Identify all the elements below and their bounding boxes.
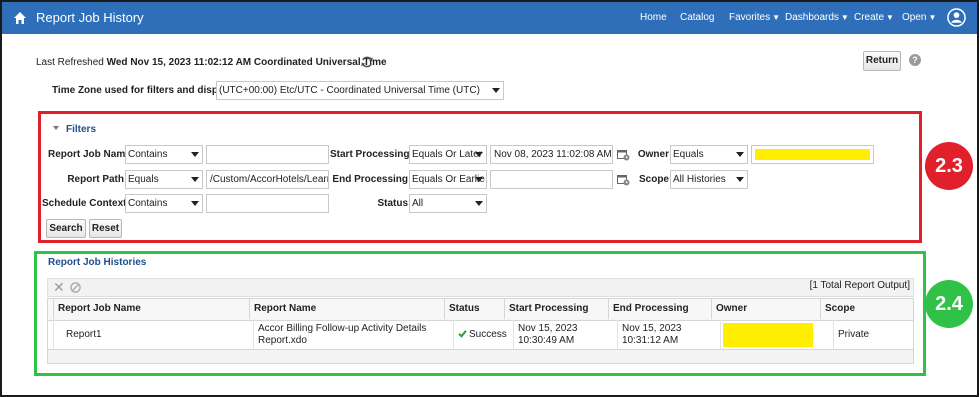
chevron-down-icon: ▼ bbox=[840, 13, 849, 22]
status-select[interactable]: All bbox=[409, 194, 487, 213]
delete-icon[interactable]: ✕ bbox=[53, 280, 65, 294]
top-bar: Report Job History Home Catalog Favorite… bbox=[2, 2, 977, 34]
schedule-context-input[interactable] bbox=[206, 194, 329, 213]
dropdown-arrow-icon bbox=[736, 177, 744, 182]
nav-favorites[interactable]: Favorites ▼ bbox=[729, 12, 780, 23]
help-icon[interactable]: ? bbox=[909, 54, 921, 66]
timezone-label: Time Zone used for filters and display bbox=[52, 85, 232, 96]
column-header-end-processing[interactable]: End Processing bbox=[609, 299, 712, 319]
column-header-report-name[interactable]: Report Name bbox=[250, 299, 445, 319]
last-refreshed-timestamp: Wed Nov 15, 2023 11:02:12 AM Coordinated… bbox=[106, 57, 387, 68]
cell-report-job-name[interactable]: Report1 bbox=[54, 320, 254, 350]
return-button[interactable]: Return bbox=[863, 51, 901, 71]
search-button[interactable]: Search bbox=[46, 219, 86, 238]
chevron-down-icon: ▼ bbox=[772, 13, 781, 22]
scope-label: Scope bbox=[638, 174, 669, 185]
start-processing-operator[interactable]: Equals Or Later bbox=[409, 145, 487, 164]
column-header-owner[interactable]: Owner bbox=[712, 299, 821, 319]
end-processing-operator[interactable]: Equals Or Earlie bbox=[409, 170, 487, 189]
schedule-context-operator[interactable]: Contains bbox=[125, 194, 203, 213]
last-refreshed: Last Refreshed Wed Nov 15, 2023 11:02:12… bbox=[36, 57, 387, 68]
timezone-value: (UTC+00:00) Etc/UTC - Coordinated Univer… bbox=[219, 85, 480, 96]
report-job-name-operator[interactable]: Contains bbox=[125, 145, 203, 164]
nav-favorites-label: Favorites bbox=[729, 12, 771, 23]
cell-start-processing: Nov 15, 2023 10:30:49 AM bbox=[514, 320, 618, 350]
start-processing-operator-value: Equals Or Later bbox=[412, 149, 483, 160]
cancel-icon[interactable] bbox=[70, 282, 81, 293]
report-path-operator-value: Equals bbox=[128, 174, 159, 185]
nav-create[interactable]: Create ▼ bbox=[854, 12, 894, 23]
dropdown-arrow-icon bbox=[475, 177, 483, 182]
owner-operator[interactable]: Equals bbox=[670, 145, 748, 164]
chevron-down-icon: ▼ bbox=[928, 13, 937, 22]
reset-button[interactable]: Reset bbox=[89, 219, 122, 238]
dropdown-arrow-icon bbox=[736, 152, 744, 157]
cell-status-text: Success bbox=[469, 329, 507, 340]
owner-label: Owner bbox=[637, 149, 669, 160]
end-processing-operator-value: Equals Or Earlie bbox=[412, 174, 485, 185]
timezone-select[interactable]: (UTC+00:00) Etc/UTC - Coordinated Univer… bbox=[216, 81, 504, 100]
last-refreshed-label: Last Refreshed bbox=[36, 57, 104, 68]
dropdown-arrow-icon bbox=[492, 88, 500, 93]
start-processing-label: Start Processing bbox=[330, 149, 410, 160]
collapse-triangle-icon[interactable] bbox=[53, 126, 59, 130]
dropdown-arrow-icon bbox=[191, 177, 199, 182]
cell-status: Success bbox=[454, 320, 514, 350]
redaction-highlight bbox=[755, 149, 870, 160]
user-avatar-icon[interactable] bbox=[947, 8, 966, 27]
step-badge-filters: 2.3 bbox=[925, 142, 973, 190]
cell-scope: Private bbox=[838, 329, 870, 340]
page-title: Report Job History bbox=[36, 10, 144, 25]
refresh-icon[interactable] bbox=[360, 55, 374, 69]
end-processing-label: End Processing bbox=[332, 174, 408, 185]
status-select-value: All bbox=[412, 198, 424, 209]
column-header-status[interactable]: Status bbox=[445, 299, 505, 319]
check-icon bbox=[458, 330, 467, 338]
start-processing-input[interactable]: Nov 08, 2023 11:02:08 AM bbox=[490, 145, 613, 164]
dropdown-arrow-icon bbox=[475, 152, 483, 157]
report-job-name-operator-value: Contains bbox=[128, 149, 168, 160]
scope-select-value: All Histories bbox=[673, 174, 726, 185]
nav-dashboards[interactable]: Dashboards ▼ bbox=[785, 12, 849, 23]
redaction-highlight bbox=[723, 323, 813, 347]
cell-end-processing: Nov 15, 2023 10:31:12 AM bbox=[618, 320, 721, 350]
step-badge-histories: 2.4 bbox=[925, 280, 973, 328]
schedule-context-operator-value: Contains bbox=[128, 198, 168, 209]
schedule-context-label: Schedule Context bbox=[42, 198, 127, 209]
owner-operator-value: Equals bbox=[673, 149, 704, 160]
column-header-start-processing[interactable]: Start Processing bbox=[505, 299, 609, 319]
nav-catalog[interactable]: Catalog bbox=[680, 12, 714, 23]
report-path-label: Report Path bbox=[67, 174, 124, 185]
scope-select[interactable]: All Histories bbox=[670, 170, 748, 189]
histories-toolbar bbox=[47, 278, 914, 297]
report-job-name-input[interactable] bbox=[206, 145, 329, 164]
dropdown-arrow-icon bbox=[475, 201, 483, 206]
column-header-scope[interactable]: Scope bbox=[821, 299, 913, 319]
nav-open[interactable]: Open ▼ bbox=[902, 12, 936, 23]
cell-report-name: Accor Billing Follow-up Activity Details… bbox=[254, 320, 454, 350]
report-job-name-label: Report Job Name bbox=[48, 149, 131, 160]
chevron-down-icon: ▼ bbox=[886, 13, 894, 22]
filters-heading[interactable]: Filters bbox=[66, 124, 96, 135]
column-header-report-job-name[interactable]: Report Job Name bbox=[54, 299, 250, 319]
end-processing-input[interactable] bbox=[490, 170, 613, 189]
nav-dashboards-label: Dashboards bbox=[785, 12, 839, 23]
report-path-input[interactable]: /Custom/AccorHotels/Learni bbox=[206, 170, 329, 189]
home-icon[interactable] bbox=[13, 11, 27, 25]
report-path-operator[interactable]: Equals bbox=[125, 170, 203, 189]
total-report-output: [1 Total Report Output] bbox=[809, 280, 910, 291]
dropdown-arrow-icon bbox=[191, 201, 199, 206]
dropdown-arrow-icon bbox=[191, 152, 199, 157]
nav-open-label: Open bbox=[902, 12, 927, 23]
nav-create-label: Create bbox=[854, 12, 885, 23]
nav-home[interactable]: Home bbox=[640, 12, 667, 23]
histories-heading: Report Job Histories bbox=[48, 257, 147, 268]
status-label: Status bbox=[377, 198, 408, 209]
